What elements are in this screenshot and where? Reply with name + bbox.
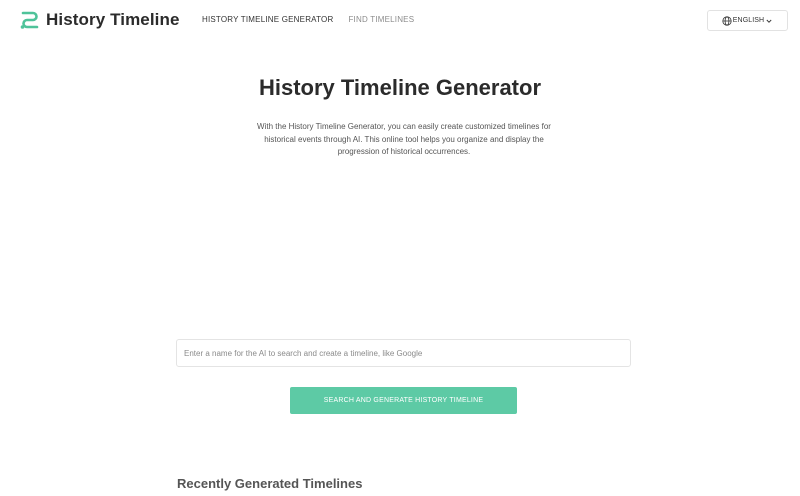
nav-link-find-timelines[interactable]: FIND TIMELINES [348, 14, 414, 26]
language-label: ENGLISH [732, 17, 765, 24]
globe-icon [722, 15, 732, 26]
site-logo[interactable]: History Timeline [19, 9, 180, 31]
main-nav: HISTORY TIMELINE GENERATOR FIND TIMELINE… [202, 14, 414, 26]
timeline-logo-icon [20, 11, 39, 29]
brand-name: History Timeline [46, 10, 180, 29]
chevron-down-icon [766, 19, 772, 23]
page-title: History Timeline Generator [258, 75, 541, 100]
recent-timelines-heading: Recently Generated Timelines [177, 476, 363, 491]
nav-link-timeline-generator[interactable]: HISTORY TIMELINE GENERATOR [202, 14, 333, 26]
site-header: History Timeline HISTORY TIMELINE GENERA… [0, 0, 800, 40]
page-description: With the History Timeline Generator, you… [257, 122, 551, 156]
timeline-search-input[interactable] [176, 339, 631, 367]
language-selector[interactable]: ENGLISH [707, 10, 788, 31]
generate-timeline-button[interactable]: SEARCH AND GENERATE HISTORY TIMELINE [290, 387, 517, 414]
